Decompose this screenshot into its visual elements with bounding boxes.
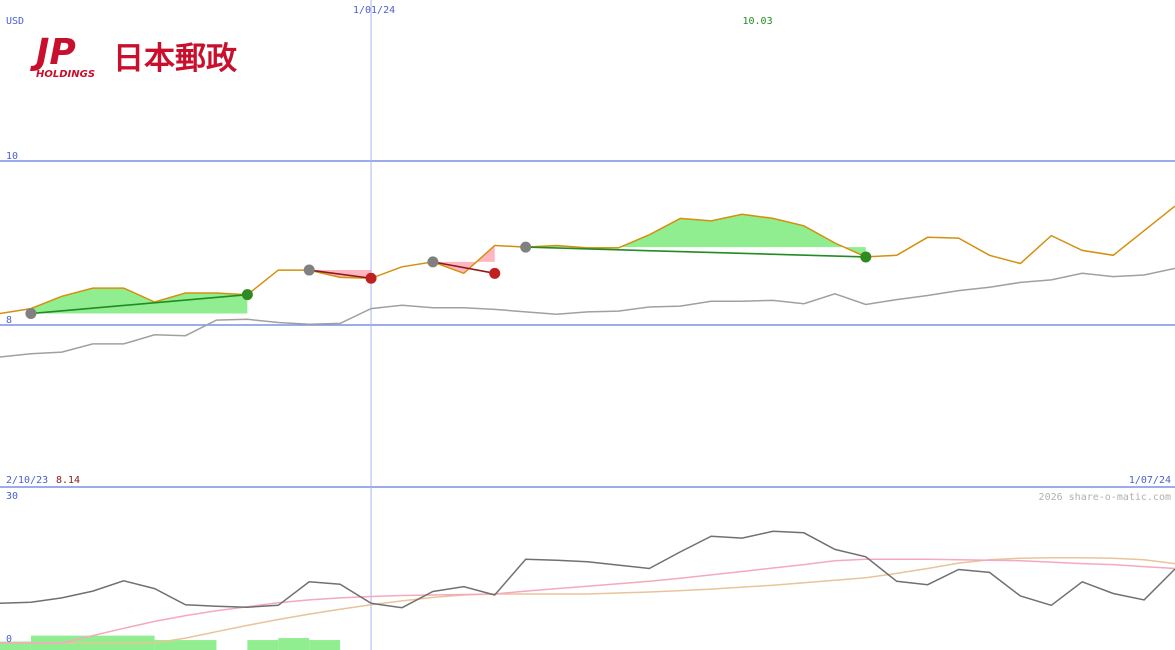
logo-company-name: 日本郵政: [113, 41, 237, 77]
high-label: 10.03: [743, 16, 773, 27]
trade-exit-dot-1: [365, 272, 377, 284]
gridlines: [0, 0, 1175, 650]
price-tick-label-10: 10: [6, 151, 18, 162]
trade-fills: [0, 214, 866, 650]
trade-exit-dot-0: [241, 289, 253, 301]
date-marker-label: 1/01/24: [353, 5, 395, 16]
trade-entry-dot-2: [427, 256, 439, 268]
trade-entry-dot-0: [25, 308, 37, 320]
indicator-tick-label-0: 0: [6, 634, 12, 645]
indicator-line-oscillator: [0, 530, 1175, 609]
trade-exit-dot-2: [489, 267, 501, 279]
logo-subtitle: HOLDINGS: [36, 69, 95, 80]
trade-fill-0: [30, 288, 248, 314]
indicator-line-average-fast: [0, 558, 1175, 644]
credit-label: 2026 share-o-matic.com: [1039, 492, 1171, 503]
indicator-bar-3: [247, 640, 279, 650]
logo-mark: JP: [30, 32, 76, 73]
indicator-bar-5: [309, 640, 341, 650]
trade-exit-dot-3: [860, 251, 872, 263]
indicator-tick-label-30: 30: [6, 491, 18, 502]
chart: JP HOLDINGS 日本郵政 10 8 1/01/24 USD 10.03 2/10/…: [0, 0, 1175, 650]
indicator-bar-4: [278, 638, 310, 650]
trade-entry-dot-3: [520, 241, 532, 253]
end-date-label: 1/07/24: [1129, 475, 1171, 486]
start-date-label: 2/10/23: [6, 475, 48, 486]
series-lines: [0, 205, 1175, 644]
price-tick-label-8: 8: [6, 315, 12, 326]
company-logo: JP HOLDINGS 日本郵政: [30, 32, 237, 80]
trade-line-3: [525, 246, 866, 258]
trade-fill-2: [432, 245, 495, 274]
start-value-label: 8.14: [56, 475, 80, 486]
trade-fill-3: [525, 214, 866, 257]
currency-label: USD: [6, 16, 24, 27]
trade-entry-dot-1: [303, 264, 315, 276]
